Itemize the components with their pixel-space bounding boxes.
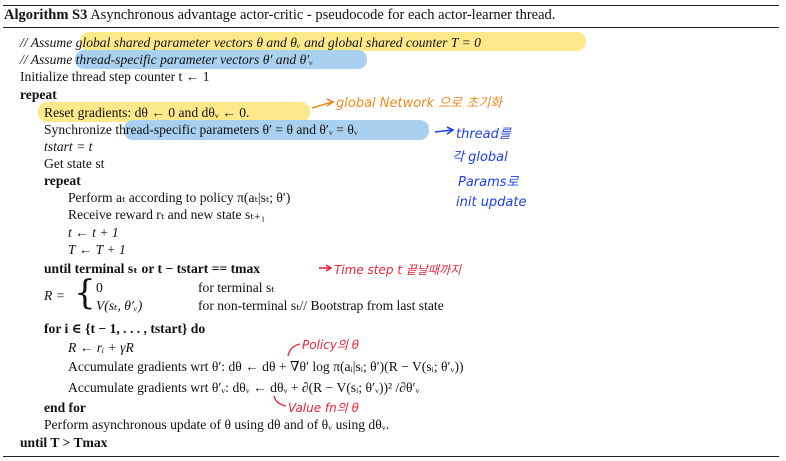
note-timestep: Time step t 끝날때까지 — [334, 263, 462, 277]
annotation-arrows — [273, 98, 455, 407]
note-thread-line-1: thread를 — [456, 127, 511, 142]
note-policy: Policy의 θ — [302, 338, 360, 352]
note-thread-line-2: 각 global — [452, 150, 508, 165]
arrow-value — [273, 395, 287, 407]
note-thread-line-3: Params로 — [458, 175, 519, 190]
arrow-policy — [287, 343, 301, 357]
note-thread-line-4: init update — [456, 195, 527, 210]
note-global-network: global Network 으로 초기화 — [336, 96, 503, 111]
note-value: Value fn의 θ — [288, 401, 359, 415]
